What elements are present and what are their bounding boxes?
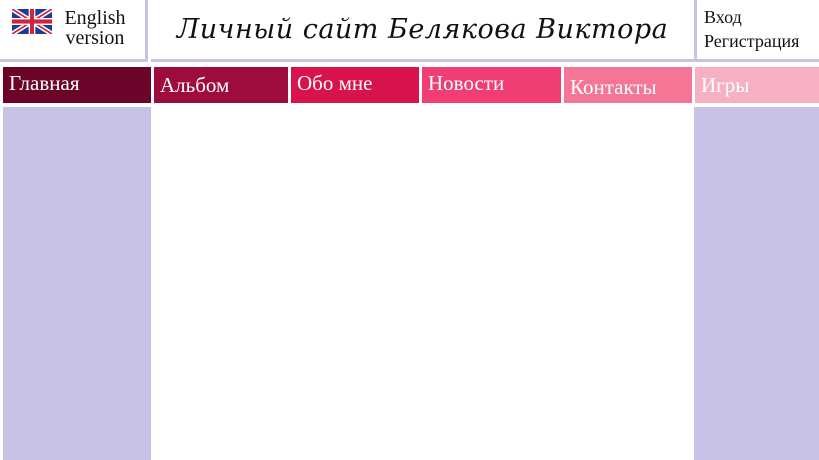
language-label-line2: version	[65, 27, 125, 49]
language-switch[interactable]: English version	[0, 0, 148, 62]
nav-item-games[interactable]: Игры	[695, 67, 819, 103]
nav-item-about[interactable]: Обо мне	[291, 67, 419, 103]
nav-item-album[interactable]: Альбом	[154, 67, 288, 103]
header: Личный сайт Белякова Виктора	[151, 0, 694, 62]
main-content	[151, 104, 694, 460]
nav-item-contacts[interactable]: Контакты	[564, 67, 692, 103]
nav-item-main[interactable]: Главная	[3, 67, 151, 103]
register-link[interactable]: Регистрация	[704, 31, 799, 52]
login-link[interactable]: Вход	[704, 7, 742, 28]
right-sidebar	[694, 107, 819, 460]
language-label[interactable]: English version	[55, 8, 135, 48]
auth-panel: Вход Регистрация	[694, 0, 819, 62]
page-title: Личный сайт Белякова Виктора	[176, 14, 669, 45]
nav-item-news[interactable]: Новости	[422, 67, 561, 103]
uk-flag-icon	[12, 9, 52, 34]
left-sidebar	[3, 107, 151, 460]
language-label-line1: English	[64, 7, 126, 29]
